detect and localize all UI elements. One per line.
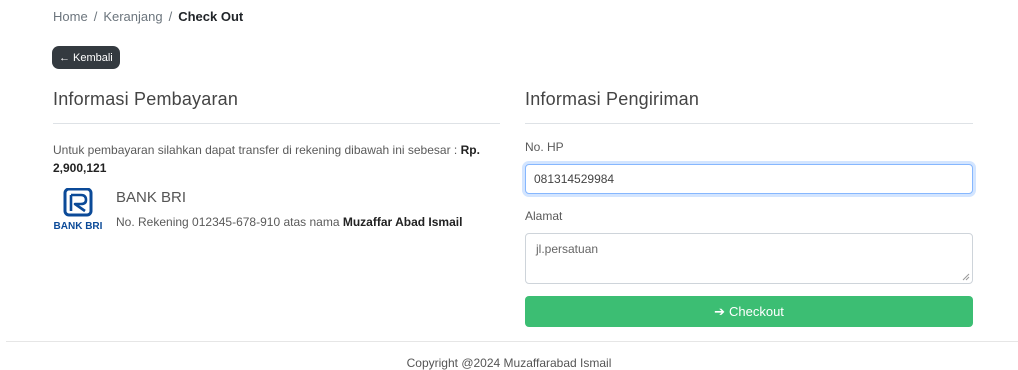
- address-textarea[interactable]: jl.persatuan: [525, 233, 973, 284]
- breadcrumb: Home / Keranjang / Check Out: [53, 9, 243, 24]
- phone-label: No. HP: [525, 140, 564, 154]
- shipping-section-title: Informasi Pengiriman: [525, 89, 700, 109]
- address-value: jl.persatuan: [536, 242, 599, 256]
- back-button-label: Kembali: [73, 51, 113, 64]
- arrow-left-icon: ←: [59, 51, 70, 64]
- breadcrumb-current: Check Out: [178, 9, 244, 24]
- breadcrumb-separator: /: [168, 9, 173, 24]
- breadcrumb-home-link[interactable]: Home: [53, 9, 88, 24]
- footer-copyright: Copyright @2024 Muzaffarabad Ismail: [406, 356, 612, 370]
- payment-section-title: Informasi Pembayaran: [53, 89, 239, 109]
- arrow-right-icon: ➔: [714, 303, 725, 319]
- bank-account-info: No. Rekening 012345-678-910 atas nama Mu…: [116, 215, 462, 229]
- shipping-divider: [525, 123, 973, 124]
- bank-bri-logo: BANK BRI: [54, 188, 103, 232]
- payment-instruction-text: Untuk pembayaran silahkan dapat transfer…: [53, 143, 458, 157]
- resize-handle-icon[interactable]: [962, 273, 970, 281]
- bank-account-number: No. Rekening 012345-678-910 atas nama: [116, 215, 340, 229]
- back-button[interactable]: ← Kembali: [52, 46, 120, 69]
- breadcrumb-cart-link[interactable]: Keranjang: [103, 9, 162, 24]
- breadcrumb-separator: /: [93, 9, 98, 24]
- bank-logo-text: BANK BRI: [54, 221, 103, 232]
- payment-divider: [53, 123, 500, 124]
- bank-name: BANK BRI: [116, 189, 187, 206]
- payment-instruction: Untuk pembayaran silahkan dapat transfer…: [53, 141, 493, 177]
- address-label: Alamat: [525, 209, 563, 223]
- phone-input[interactable]: 081314529984: [525, 164, 973, 194]
- checkout-button-label: Checkout: [728, 304, 784, 319]
- checkout-button[interactable]: ➔ Checkout: [525, 296, 973, 327]
- footer-divider: [6, 341, 1018, 342]
- bank-account-holder: Muzaffar Abad Ismail: [342, 215, 463, 229]
